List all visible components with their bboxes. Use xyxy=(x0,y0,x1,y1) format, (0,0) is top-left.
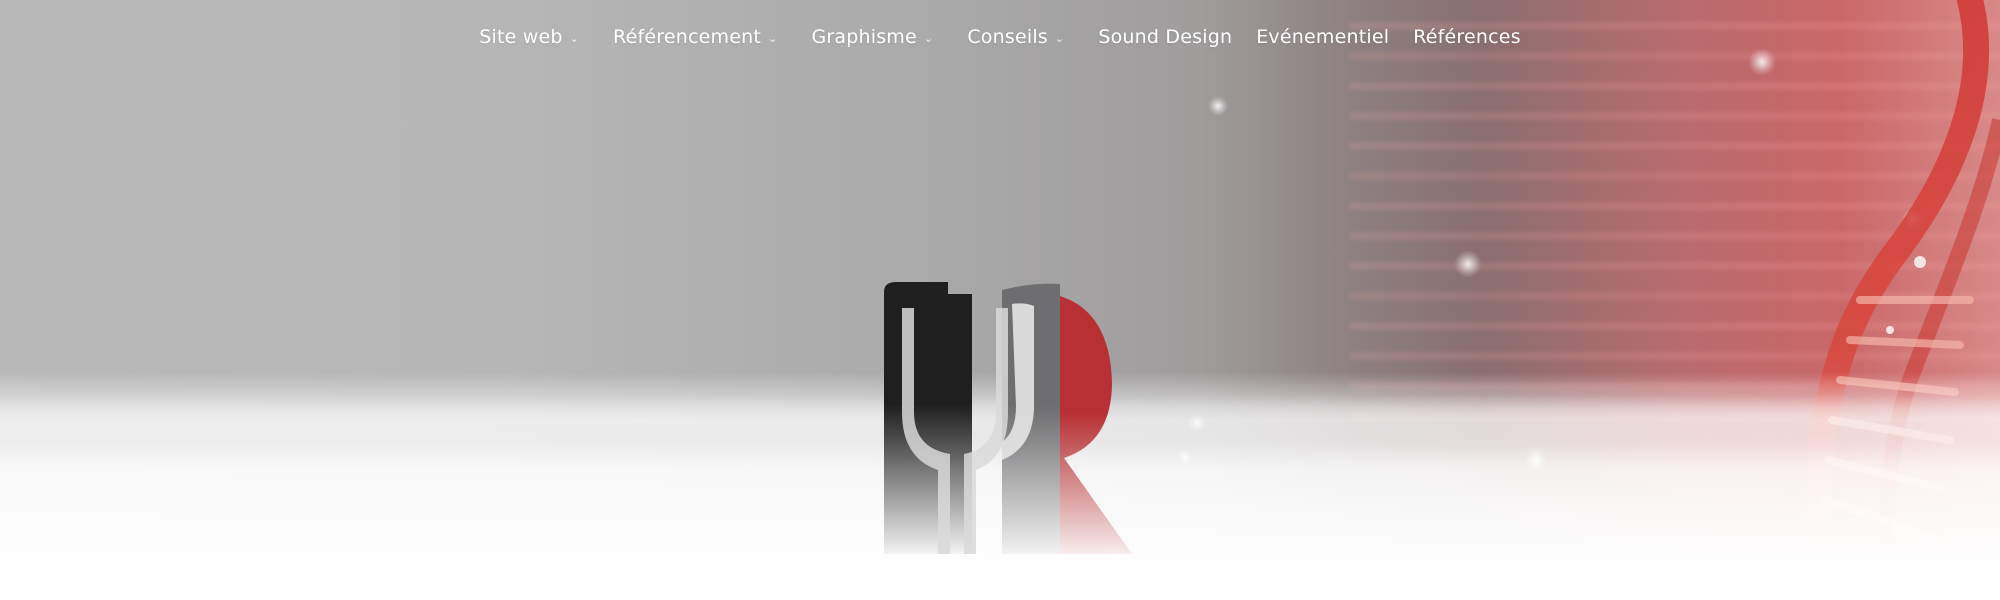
main-nav: Site web ⌄ Référencement ⌄ Graphisme ⌄ C… xyxy=(0,18,2000,56)
nav-item-label: Evénementiel xyxy=(1256,26,1390,48)
nav-item-label: Graphisme xyxy=(811,26,917,48)
chevron-down-icon: ⌄ xyxy=(768,31,778,45)
nav-item-references[interactable]: Références xyxy=(1401,18,1533,56)
nav-item-conseils[interactable]: Conseils ⌄ xyxy=(955,18,1076,56)
nav-item-sound-design[interactable]: Sound Design xyxy=(1086,18,1244,56)
nav-item-site-web[interactable]: Site web ⌄ xyxy=(467,18,591,56)
chevron-down-icon: ⌄ xyxy=(569,31,580,45)
nav-item-label: Sound Design xyxy=(1098,26,1233,48)
nav-item-referencement[interactable]: Référencement ⌄ xyxy=(601,18,789,56)
chevron-down-icon: ⌄ xyxy=(1054,31,1065,45)
chevron-down-icon: ⌄ xyxy=(923,31,934,45)
psi-r-logo-icon[interactable] xyxy=(884,282,1132,556)
hero-banner: Site web ⌄ Référencement ⌄ Graphisme ⌄ C… xyxy=(0,0,2000,600)
nav-item-label: Références xyxy=(1413,26,1521,48)
nav-item-label: Conseils xyxy=(967,26,1048,48)
nav-item-graphisme[interactable]: Graphisme ⌄ xyxy=(799,18,945,56)
nav-item-label: Site web xyxy=(479,26,563,48)
nav-item-label: Référencement xyxy=(613,26,762,48)
nav-item-evenementiel[interactable]: Evénementiel xyxy=(1244,18,1401,56)
